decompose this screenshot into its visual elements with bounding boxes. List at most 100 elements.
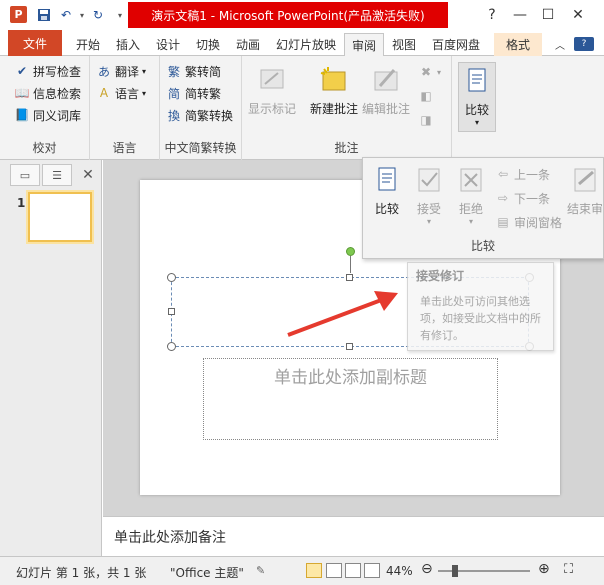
slides-pane: ▭ ☰ ✕ 1 — [0, 160, 102, 556]
theme-name[interactable]: "Office 主题" — [170, 564, 244, 581]
spell-status-icon[interactable]: ✎ — [256, 564, 265, 577]
title-bar: P ↶ ▾ ↻ ▾ 演示文稿1 - Microsoft PowerPoint(产… — [0, 0, 604, 30]
previous-change-button[interactable]: ⇦ 上一条 — [495, 164, 550, 184]
zoom-out-icon[interactable]: ⊖ — [421, 561, 433, 577]
reject-button[interactable]: 拒绝 ▾ — [455, 164, 487, 226]
translate-icon: あ — [97, 64, 110, 79]
fit-to-window-icon[interactable]: ⛶ — [564, 562, 573, 577]
show-markup-icon — [260, 69, 284, 89]
popup-group-label: 比较 — [470, 239, 495, 253]
tab-insert[interactable]: 插入 — [110, 33, 146, 56]
subtitle-placeholder[interactable]: 单击此处添加副标题 — [203, 358, 498, 440]
zoom-level[interactable]: 44% — [386, 564, 413, 578]
next-change-icon: ⇨ — [497, 191, 509, 205]
window-title: 演示文稿1 - Microsoft PowerPoint(产品激活失败) — [128, 2, 448, 28]
end-review-label: 结束审 — [567, 202, 604, 216]
simplified-to-traditional-button[interactable]: 简简转繁 — [166, 83, 221, 103]
next-change-button[interactable]: ⇨ 下一条 — [495, 188, 550, 208]
rotate-connector — [350, 256, 351, 273]
undo-icon[interactable]: ↶ — [58, 7, 74, 23]
accept-button[interactable]: 接受 ▾ — [413, 164, 445, 226]
powerpoint-logo-icon: P — [10, 6, 27, 23]
reading-view-icon[interactable] — [345, 563, 361, 578]
tab-baidu-netdisk[interactable]: 百度网盘 — [426, 33, 486, 56]
group-comments: 显示标记 新建批注 编辑批注 ✖ ▾ ◧ ◨ 批注 — [242, 56, 452, 160]
tooltip-title: 接受修订 — [416, 269, 465, 283]
compare-button[interactable]: 比较 ▾ — [458, 62, 496, 132]
rotate-handle[interactable] — [346, 247, 355, 256]
resize-handle[interactable] — [167, 273, 176, 282]
reviewing-pane-label: 审阅窗格 — [514, 215, 563, 230]
translate-button[interactable]: あ翻译 ▾ — [96, 61, 146, 81]
language-button[interactable]: A 语言 ▾ — [96, 83, 146, 103]
next-comment-button[interactable]: ◨ — [418, 110, 437, 130]
resize-handle[interactable] — [346, 274, 353, 281]
group-language: あ翻译 ▾ A 语言 ▾ 语言 — [90, 56, 160, 160]
resize-handle[interactable] — [346, 343, 353, 350]
tab-animations[interactable]: 动画 — [230, 33, 266, 56]
help-icon[interactable]: ? — [574, 37, 594, 51]
compare-label: 比较 — [464, 103, 489, 117]
slideshow-view-icon[interactable] — [364, 563, 380, 578]
previous-change-label: 上一条 — [514, 167, 551, 182]
delete-comment-icon: ✖ — [420, 65, 432, 79]
show-markup-button[interactable]: 显示标记 — [248, 64, 296, 117]
tab-transitions[interactable]: 切换 — [190, 33, 226, 56]
redo-icon[interactable]: ↻ — [90, 7, 106, 23]
group-label-chinese: 中文简繁转换 — [164, 141, 237, 155]
traditional-to-simplified-label: 繁转简 — [185, 64, 222, 79]
next-comment-icon: ◨ — [420, 113, 432, 127]
previous-comment-button[interactable]: ◧ — [418, 86, 437, 106]
notes-pane[interactable]: 单击此处添加备注 — [103, 516, 604, 556]
close-button[interactable]: ✕ — [566, 4, 590, 26]
thesaurus-button[interactable]: 📘 同义词库 — [14, 105, 82, 125]
normal-view-icon[interactable] — [306, 563, 322, 578]
help-button[interactable]: ? — [480, 4, 504, 26]
tab-outline[interactable]: ☰ — [42, 164, 72, 186]
tab-design[interactable]: 设计 — [150, 33, 186, 56]
zoom-slider[interactable] — [438, 565, 530, 577]
minimize-button[interactable]: — — [508, 4, 532, 26]
simplified-to-traditional-icon: 简 — [167, 86, 180, 101]
tab-view[interactable]: 视图 — [386, 33, 422, 56]
accept-label: 接受 — [416, 202, 441, 216]
compare-popup: 比较 接受 ▾ 拒绝 ▾ ⇦ 上一条 ⇨ 下一条 ▤ 审阅窗格 结束审 比较 — [362, 157, 604, 259]
slides-pane-tabs: ▭ ☰ ✕ — [10, 164, 100, 186]
tab-review[interactable]: 审阅 — [344, 33, 384, 56]
slide-number: 1 — [17, 196, 26, 210]
compare-dropdown-icon: ▾ — [474, 118, 479, 127]
popup-compare-button[interactable]: 比较 — [371, 164, 403, 217]
tab-slideshow[interactable]: 幻灯片放映 — [270, 33, 342, 56]
customize-toolbar-icon[interactable]: ▾ — [112, 7, 128, 23]
compare-icon — [378, 167, 396, 191]
popup-compare-label: 比较 — [374, 202, 399, 216]
edit-comment-button[interactable]: 编辑批注 — [362, 64, 410, 117]
slide-thumbnail[interactable] — [28, 192, 92, 242]
resize-handle[interactable] — [168, 308, 175, 315]
tab-slides[interactable]: ▭ — [10, 164, 40, 186]
undo-dropdown-icon[interactable]: ▾ — [74, 7, 90, 23]
slide-sorter-icon[interactable] — [326, 563, 342, 578]
language-icon: A — [99, 86, 109, 100]
delete-comment-button[interactable]: ✖ ▾ — [418, 62, 441, 82]
tab-format[interactable]: 格式 — [494, 33, 542, 56]
reviewing-pane-button[interactable]: ▤ 审阅窗格 — [495, 212, 562, 232]
tab-home[interactable]: 开始 — [70, 33, 106, 56]
zoom-slider-thumb[interactable] — [452, 565, 459, 577]
group-label-language: 语言 — [112, 141, 137, 155]
thesaurus-icon: 📘 — [14, 108, 30, 122]
maximize-button[interactable]: ☐ — [536, 4, 560, 26]
save-icon[interactable] — [36, 7, 52, 23]
close-pane-button[interactable]: ✕ — [76, 164, 100, 186]
zoom-in-icon[interactable]: ⊕ — [538, 561, 550, 577]
spell-check-button[interactable]: ✔ 拼写检查 — [14, 61, 81, 81]
collapse-ribbon-icon[interactable]: ︿ — [552, 33, 568, 56]
research-button[interactable]: 📖 信息检索 — [14, 83, 82, 103]
chinese-conversion-icon: 換 — [167, 108, 180, 123]
new-comment-button[interactable]: 新建批注 — [310, 64, 358, 117]
traditional-to-simplified-button[interactable]: 繁繁转简 — [166, 61, 221, 81]
resize-handle[interactable] — [167, 342, 176, 351]
chinese-conversion-button[interactable]: 換简繁转换 — [166, 105, 233, 125]
tab-file[interactable]: 文件 — [8, 30, 62, 56]
end-review-button[interactable]: 结束审 — [567, 164, 603, 217]
